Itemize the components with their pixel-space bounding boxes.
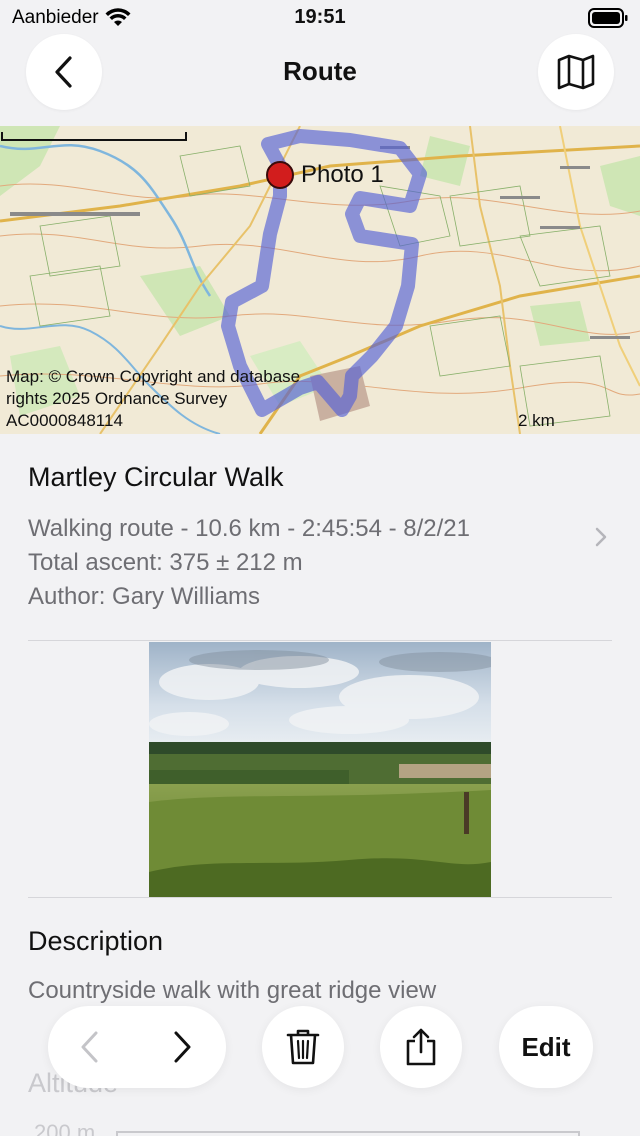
divider [28,897,612,898]
description-text: Countryside walk with great ridge view [28,977,437,1004]
route-photo[interactable] [149,642,491,897]
edit-button[interactable]: Edit [499,1006,593,1088]
divider [28,640,612,641]
map-icon [557,54,595,90]
route-map[interactable]: Photo 1 Map: © Crown Copyright and datab… [0,126,640,434]
altitude-tick-label: 200 m [34,1120,96,1136]
photo-marker-label[interactable]: Photo 1 [301,161,384,189]
trash-icon [286,1029,320,1065]
route-ascent-line: Total ascent: 375 ± 212 m [28,549,303,576]
delete-button[interactable] [262,1006,344,1088]
share-icon [406,1028,436,1066]
battery-icon [588,8,628,28]
map-copyright: Map: © Crown Copyright and database righ… [6,367,301,430]
next-button[interactable] [152,1017,212,1077]
chevron-left-icon [81,1031,98,1063]
landscape-photo [149,642,491,897]
chevron-right-icon[interactable] [594,526,608,548]
previous-button[interactable] [60,1017,120,1077]
chevron-right-icon [174,1031,191,1063]
altitude-chart [116,1131,580,1136]
description-heading: Description [28,926,164,956]
status-bar: Aanbieder 19:51 [0,0,640,36]
route-info-line: Walking route - 10.6 km - 2:45:54 - 8/2/… [28,515,470,542]
scale-label: 2 km [518,411,555,430]
map-button[interactable] [538,34,614,110]
route-author-line: Author: Gary Williams [28,583,261,610]
status-time: 19:51 [294,6,346,28]
share-button[interactable] [380,1006,462,1088]
route-title: Martley Circular Walk [28,462,284,492]
scale-bar [1,132,187,141]
route-summary[interactable]: Walking route - 10.6 km - 2:45:54 - 8/2/… [28,512,470,614]
